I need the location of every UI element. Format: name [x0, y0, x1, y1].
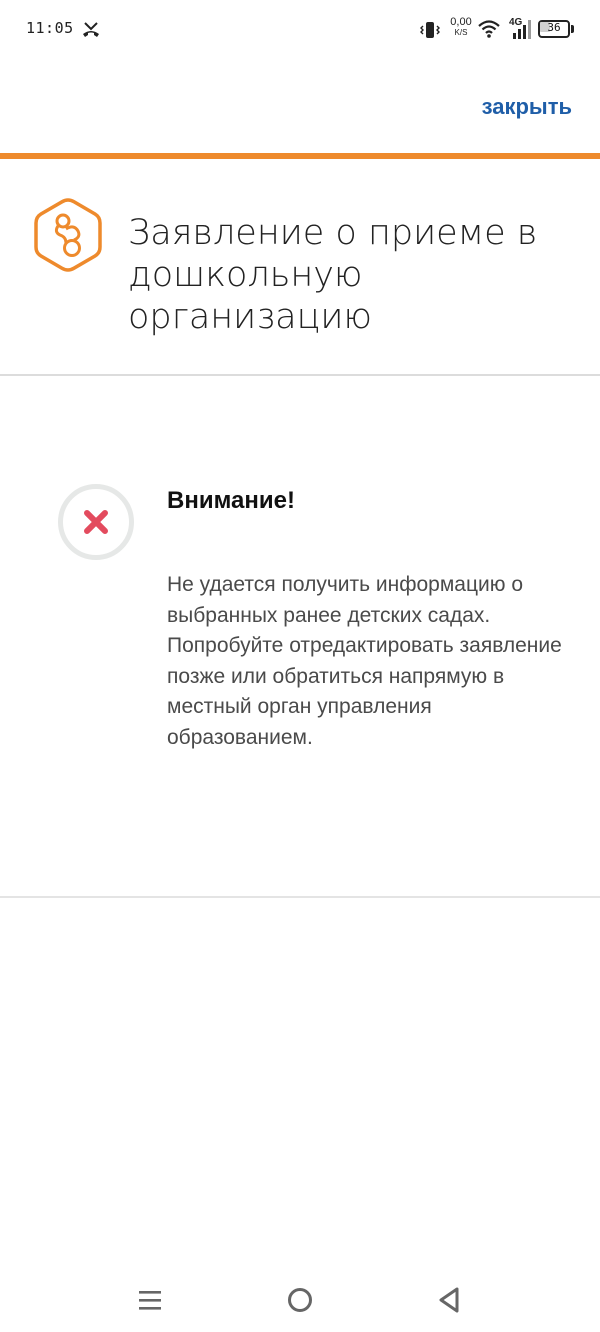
divider — [0, 374, 600, 376]
back-icon[interactable] — [438, 1287, 460, 1313]
vibrate-icon — [420, 22, 440, 38]
menu-icon[interactable] — [138, 1288, 162, 1312]
alert-title: Внимание! — [167, 487, 295, 514]
wifi-icon — [478, 20, 500, 38]
signal-icon — [513, 20, 531, 39]
alert-message: Не удается получить информацию о выбранн… — [167, 573, 562, 749]
battery-level: 36 — [547, 21, 561, 34]
pacifier-icon — [34, 198, 102, 272]
status-time: 11:05 — [26, 19, 74, 37]
close-link[interactable]: закрыть — [482, 94, 572, 120]
network-speed: 0,00 K/S — [448, 17, 474, 37]
network-speed-value: 0,00 — [450, 16, 472, 28]
battery-icon: 36 — [538, 20, 574, 38]
error-x-icon — [58, 484, 134, 560]
home-icon[interactable] — [288, 1288, 312, 1312]
status-bar: 11:05 0,00 K/S 4G 36 — [0, 0, 600, 60]
missed-call-icon — [83, 22, 99, 37]
service-title: Заявление о приеме в дошкольную организа… — [128, 213, 538, 337]
network-speed-unit: K/S — [454, 28, 468, 37]
divider — [0, 896, 600, 898]
accent-bar — [0, 153, 600, 159]
